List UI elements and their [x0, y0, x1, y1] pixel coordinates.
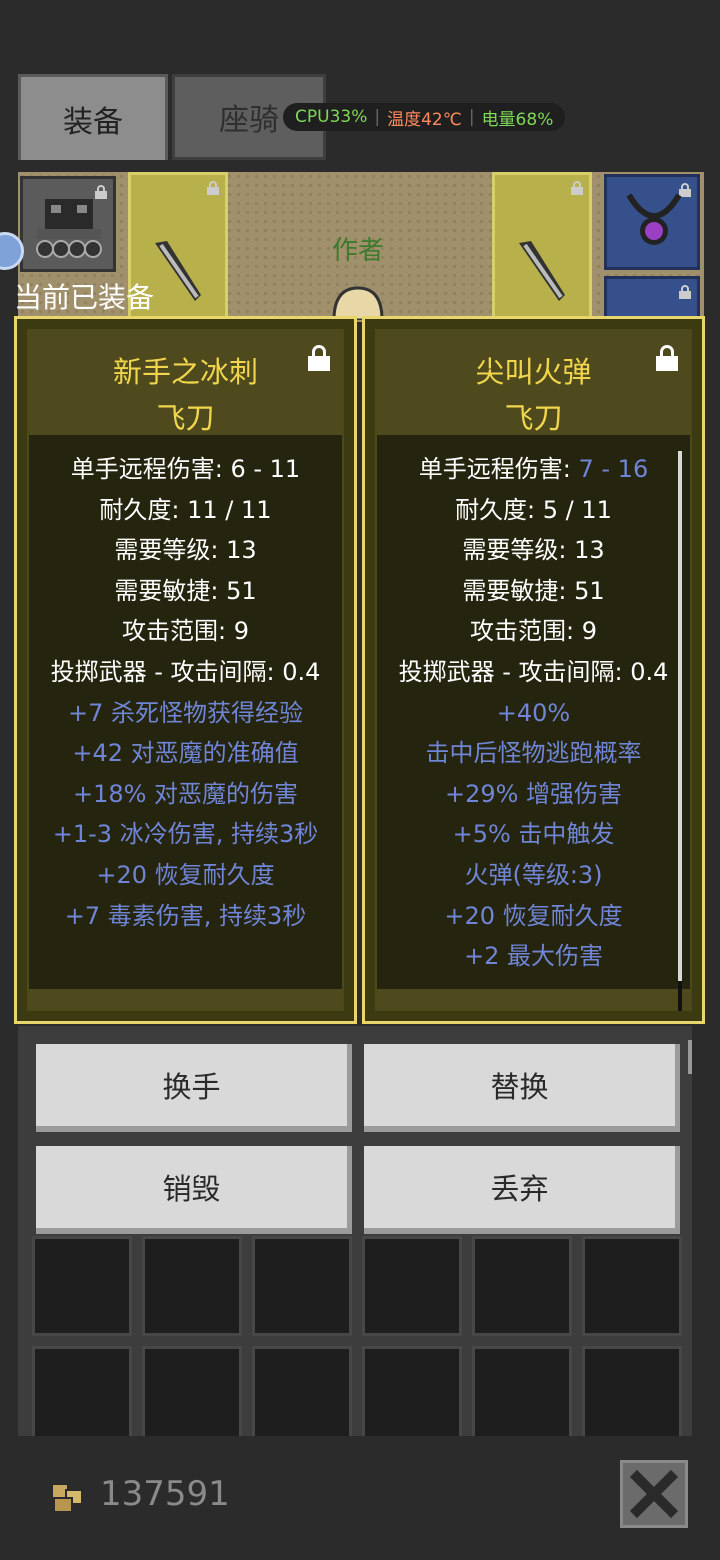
item-stats: 单手远程伤害: 7 - 16 耐久度: 5 / 11 需要等级: 13 需要敏捷: …: [377, 449, 690, 977]
stat-line: 攻击范围: 9: [470, 617, 597, 646]
inventory-slot[interactable]: [32, 1236, 132, 1336]
stat-line: 耐久度: 5 / 11: [455, 495, 612, 524]
stat-line: +7 毒素伤害, 持续3秒: [64, 901, 307, 930]
inventory-slot[interactable]: [472, 1346, 572, 1446]
equip-slot-helmet[interactable]: [20, 176, 116, 272]
stat-line: 投掷武器 - 攻击间隔: 0.4: [398, 657, 669, 686]
stat-line: +29% 增强伤害: [444, 779, 623, 808]
lock-icon: [571, 181, 583, 195]
discard-button[interactable]: 丢弃: [364, 1146, 680, 1234]
damage-value: 7 - 16: [578, 455, 649, 483]
stat-line: 火弹(等级:3): [464, 860, 603, 889]
stat-line: 需要敏捷: 51: [114, 576, 257, 605]
stats-scrollbar[interactable]: [678, 451, 682, 1011]
equipped-label: 当前已装备: [14, 281, 155, 314]
lock-icon: [207, 181, 219, 195]
stat-line: +1-3 冰冷伤害, 持续3秒: [52, 820, 319, 849]
inventory-slot[interactable]: [472, 1236, 572, 1336]
item-type: 飞刀: [156, 401, 215, 435]
stat-line: +20 恢复耐久度: [444, 901, 623, 930]
replace-button[interactable]: 替换: [364, 1044, 680, 1132]
amulet-icon: [626, 193, 682, 245]
cpu-usage: CPU33%: [295, 107, 368, 127]
item-name: 新手之冰刺: [112, 355, 258, 389]
equipped-item-card: 新手之冰刺 飞刀 单手远程伤害: 6 - 11 耐久度: 11 / 11 需要等级:…: [14, 316, 357, 1024]
stat-line: +5% 击中触发: [452, 820, 615, 849]
stat-line: 需要敏捷: 51: [462, 576, 605, 605]
inventory-slot[interactable]: [362, 1346, 462, 1446]
stat-line: 耐久度: 11 / 11: [99, 495, 272, 524]
system-status-overlay: CPU33% | 温度42℃ | 电量68%: [283, 103, 566, 131]
item-name: 尖叫火弹: [475, 355, 592, 389]
battery-level: 电量68%: [481, 109, 554, 130]
gold-amount: 137591: [100, 1474, 230, 1514]
stat-line: 投掷武器 - 攻击间隔: 0.4: [50, 657, 321, 686]
stat-line: +40%: [496, 698, 571, 727]
stat-line: +18% 对恶魔的伤害: [72, 779, 299, 808]
stat-line: 需要等级: 13: [114, 536, 257, 565]
item-type: 飞刀: [504, 401, 563, 435]
close-button[interactable]: [620, 1460, 688, 1528]
separator: |: [374, 107, 381, 127]
stat-line: +42 对恶魔的准确值: [72, 739, 299, 768]
character-name: 作者: [332, 236, 385, 266]
item-stats: 单手远程伤害: 6 - 11 耐久度: 11 / 11 需要等级: 13 需要敏捷: …: [29, 449, 342, 936]
inventory-slot[interactable]: [142, 1346, 242, 1446]
inventory-slot[interactable]: [142, 1236, 242, 1336]
equip-slot-right-hand[interactable]: [492, 172, 592, 322]
stat-line: 单手远程伤害: 6 - 11: [70, 455, 301, 483]
stat-line: +2 最大伤害: [463, 942, 603, 971]
stat-line: 攻击范围: 9: [122, 617, 249, 646]
inventory-slot[interactable]: [252, 1346, 352, 1446]
inventory-slot[interactable]: [362, 1236, 462, 1336]
inventory-slot[interactable]: [32, 1346, 132, 1446]
swap-hand-button[interactable]: 换手: [36, 1044, 352, 1132]
throwing-knife-icon: [519, 241, 565, 301]
compared-item-card: 尖叫火弹 飞刀 单手远程伤害: 7 - 16 耐久度: 5 / 11 需要等级: …: [362, 316, 705, 1024]
inventory-slot[interactable]: [582, 1236, 682, 1336]
inventory-slot[interactable]: [252, 1236, 352, 1336]
close-icon: [629, 1469, 679, 1519]
stat-line: 单手远程伤害: 7 - 16: [377, 449, 690, 490]
inventory-scrollbar[interactable]: [688, 1040, 692, 1074]
stat-line: +7 杀死怪物获得经验: [67, 698, 303, 727]
stat-line: 击中后怪物逃跑概率: [425, 739, 642, 768]
stat-line: 需要等级: 13: [462, 536, 605, 565]
throwing-knife-icon: [155, 241, 201, 301]
tab-equipment[interactable]: 装备: [18, 74, 168, 160]
cart-helmet-icon: [36, 199, 102, 258]
lock-icon: [679, 285, 691, 299]
equip-slot-amulet[interactable]: [604, 174, 700, 270]
inventory-slot[interactable]: [582, 1346, 682, 1446]
character-avatar-icon: [332, 286, 384, 320]
temperature: 温度42℃: [387, 109, 462, 130]
gold-coins-icon: [51, 1483, 83, 1513]
stat-line: +20 恢复耐久度: [96, 860, 275, 889]
destroy-button[interactable]: 销毁: [36, 1146, 352, 1234]
damage-label: 单手远程伤害:: [418, 455, 579, 483]
separator: |: [468, 107, 475, 127]
